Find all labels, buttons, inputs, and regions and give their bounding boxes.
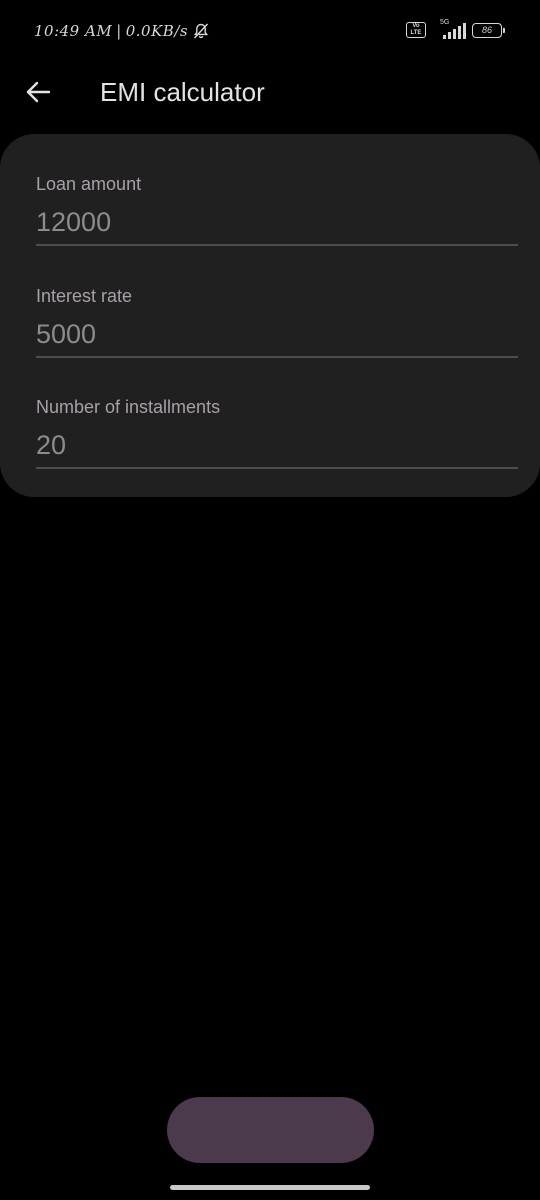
battery-icon: 86 [472,22,505,38]
battery-level: 86 [481,25,492,35]
volte-bottom-label: LTE [410,30,422,36]
interest-rate-label: Interest rate [36,286,133,306]
interest-rate-field: Interest rate [36,284,518,362]
signal-icon: 5G [432,19,466,39]
back-button[interactable] [18,72,58,112]
volte-top-label: Vo [412,23,420,29]
installments-input[interactable] [36,427,518,463]
installments-field: Number of installments [36,395,518,473]
bell-off-icon [192,22,210,40]
status-left: 10:49 AM | 0.0KB/s [34,20,210,42]
app-bar: EMI calculator [0,60,540,124]
signal-bars [443,23,466,39]
loan-form-card: Loan amount Interest rate Number of inst… [0,134,540,497]
loan-amount-field: Loan amount [36,172,518,250]
emi-calculator-screen: 10:49 AM | 0.0KB/s Vo LTE 5G 86 EMI calc… [0,0,540,1200]
interest-rate-input[interactable] [36,316,518,352]
loan-amount-underline [36,244,518,246]
volte-icon: Vo LTE [406,22,426,38]
calculate-button[interactable] [167,1097,374,1163]
loan-amount-label: Loan amount [36,174,142,194]
status-right: Vo LTE 5G 86 [406,19,505,41]
status-time: 10:49 AM [34,22,113,40]
page-title: EMI calculator [100,77,265,107]
status-bar: 10:49 AM | 0.0KB/s Vo LTE 5G 86 [0,0,540,60]
installments-underline [36,467,518,469]
loan-amount-input[interactable] [36,204,518,240]
status-separator: | [116,22,122,40]
arrow-left-icon [25,79,51,105]
installments-label: Number of installments [36,397,221,417]
network-speed: 0.0KB/s [125,22,189,40]
interest-rate-underline [36,356,518,358]
home-indicator[interactable] [170,1185,370,1190]
